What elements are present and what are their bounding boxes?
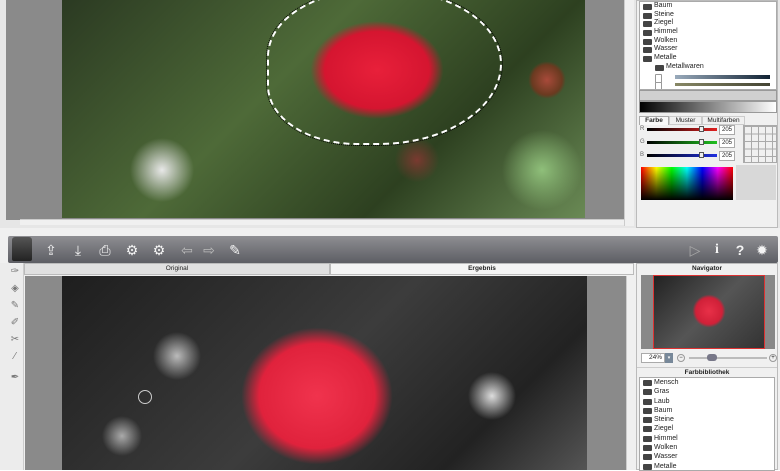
help-icon[interactable]: ? bbox=[731, 241, 749, 259]
right-panel: Baum Steine Ziegel Himmel Wolken Wasser … bbox=[636, 0, 778, 228]
color-photo-with-selection[interactable] bbox=[62, 0, 585, 218]
save-icon[interactable]: ⤓ bbox=[69, 241, 87, 259]
top-window: Baum Steine Ziegel Himmel Wolken Wasser … bbox=[0, 0, 780, 228]
tool-palette: ✑ ◈ ✎ ✐ ✂ ⁄ ✒ bbox=[0, 263, 24, 470]
export-settings-icon[interactable]: ⚙ bbox=[123, 241, 141, 259]
zoom-out-icon[interactable]: − bbox=[677, 354, 685, 362]
eraser-tool-icon[interactable]: ◈ bbox=[8, 282, 22, 296]
color-swatch-grid[interactable] bbox=[743, 125, 777, 163]
lasso-tool-icon[interactable]: ✑ bbox=[8, 265, 22, 279]
library-item[interactable]: Baum bbox=[640, 2, 776, 11]
library-item[interactable]: Baum bbox=[640, 406, 774, 415]
rgb-slider[interactable] bbox=[647, 139, 717, 145]
library-item[interactable]: Wolken bbox=[640, 37, 776, 46]
current-color-preview bbox=[639, 90, 777, 101]
slider-handle[interactable] bbox=[699, 126, 704, 132]
library-item[interactable]: Ziegel bbox=[640, 19, 776, 28]
navigator-frame bbox=[641, 275, 775, 349]
magic-select-tool-icon[interactable]: ✎ bbox=[8, 299, 22, 313]
tab-ergebnis[interactable]: Ergebnis bbox=[330, 263, 634, 275]
rgb-value-field[interactable]: 205 bbox=[719, 125, 735, 135]
slider-handle[interactable] bbox=[699, 152, 704, 158]
brush-tool-icon[interactable]: ✐ bbox=[8, 316, 22, 330]
library-item[interactable]: Metalle bbox=[640, 54, 776, 63]
library-item[interactable]: Himmel bbox=[640, 434, 774, 443]
info-icon[interactable]: i bbox=[708, 241, 726, 259]
zoom-in-icon[interactable]: + bbox=[769, 354, 777, 362]
zoom-dropdown-icon[interactable]: ▾ bbox=[665, 353, 673, 363]
print-icon[interactable]: ⎙ bbox=[96, 241, 114, 259]
navigator-thumbnail[interactable] bbox=[653, 275, 765, 349]
play-icon[interactable]: ▷ bbox=[686, 241, 704, 259]
library-item[interactable]: Wasser bbox=[640, 45, 776, 54]
eyedropper-tool-icon[interactable]: ⁄ bbox=[8, 350, 22, 364]
zoom-slider[interactable] bbox=[689, 354, 767, 361]
app-logo-paint-bucket-icon bbox=[12, 237, 32, 261]
library-item[interactable]: Steine bbox=[640, 11, 776, 20]
library-subfolder[interactable]: Metallwaren bbox=[640, 63, 776, 72]
rgb-label: R bbox=[640, 126, 645, 132]
tab-farbe[interactable]: Farbe bbox=[639, 116, 669, 125]
redo-icon[interactable]: ⇨ bbox=[200, 241, 218, 259]
rgb-label: B bbox=[640, 152, 645, 158]
library-item[interactable]: Wolken bbox=[640, 443, 774, 452]
library-item[interactable]: Ziegel bbox=[640, 424, 774, 433]
library-item[interactable]: Laub bbox=[640, 397, 774, 406]
library-item[interactable]: Himmel bbox=[640, 28, 776, 37]
navigator-title: Navigator bbox=[692, 265, 722, 272]
undo-icon[interactable]: ⇦ bbox=[178, 241, 196, 259]
color-library-list[interactable]: Baum Steine Ziegel Himmel Wolken Wasser … bbox=[639, 1, 777, 90]
main-toolbar: ⇪ ⤓ ⎙ ⚙ ⚙ ⇦ ⇨ ✎ ▷ i ? ✹ bbox=[8, 236, 778, 263]
zoom-slider-handle[interactable] bbox=[707, 354, 717, 361]
library-item[interactable]: Gras bbox=[640, 387, 774, 396]
gradient-swatch[interactable] bbox=[640, 80, 776, 89]
color-library-list[interactable]: Mensch Gras Laub Baum Steine Ziegel Himmel Wolk… bbox=[639, 377, 775, 471]
tab-original[interactable]: Original bbox=[24, 263, 330, 275]
remove-selection-tool-icon[interactable]: ✂ bbox=[8, 333, 22, 347]
zoom-field[interactable]: 24% bbox=[641, 353, 665, 363]
slider-handle[interactable] bbox=[699, 139, 704, 145]
vertical-scrollbar[interactable] bbox=[624, 0, 634, 226]
selection-marquee bbox=[266, 0, 503, 146]
color-spectrum-picker[interactable] bbox=[641, 167, 733, 200]
import-settings-icon[interactable]: ⚙ bbox=[150, 241, 168, 259]
settings-icon[interactable]: ✹ bbox=[753, 241, 771, 259]
bottom-right-panel: Navigator 24% ▾ − + Farbbibliothek Mensc… bbox=[636, 263, 778, 471]
library-item[interactable]: Steine bbox=[640, 415, 774, 424]
color-preview-box bbox=[736, 165, 776, 200]
gradient-swatch[interactable] bbox=[640, 72, 776, 83]
vertical-scrollbar[interactable] bbox=[626, 276, 634, 470]
open-icon[interactable]: ⇪ bbox=[42, 241, 60, 259]
pen-tool-icon[interactable]: ✒ bbox=[8, 371, 22, 385]
rgb-value-field[interactable]: 205 bbox=[719, 151, 735, 161]
result-photo[interactable] bbox=[62, 276, 587, 470]
library-item[interactable]: Wasser bbox=[640, 452, 774, 461]
gradient-bar[interactable] bbox=[639, 101, 777, 113]
horizontal-scrollbar[interactable] bbox=[20, 219, 624, 225]
brush-cursor-icon bbox=[138, 390, 152, 404]
rgb-value-field[interactable]: 205 bbox=[719, 138, 735, 148]
library-title: Farbbibliothek bbox=[637, 367, 777, 376]
library-item[interactable]: Mensch bbox=[640, 378, 774, 387]
rgb-slider[interactable] bbox=[647, 152, 717, 158]
colorize-icon[interactable]: ✎ bbox=[226, 241, 244, 259]
tab-muster[interactable]: Muster bbox=[669, 116, 702, 125]
rgb-slider[interactable] bbox=[647, 126, 717, 132]
tab-multifarben[interactable]: Multifarben bbox=[702, 116, 745, 125]
rgb-label: G bbox=[640, 139, 645, 145]
